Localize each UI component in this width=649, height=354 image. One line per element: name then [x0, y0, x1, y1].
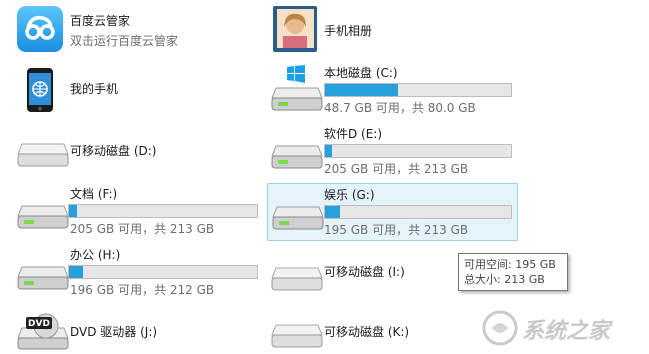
usage-text: 205 GB 可用，共 213 GB [70, 222, 215, 236]
hard-drive-icon [17, 266, 69, 290]
usage-bar-fill [69, 266, 84, 278]
removable-drive-icon [17, 143, 69, 167]
usage-text: 196 GB 可用，共 212 GB [70, 283, 215, 297]
dvd-drive-item[interactable]: DVD DVD 驱动器 (J:) [14, 305, 254, 354]
usage-text: 195 GB 可用，共 213 GB [324, 223, 469, 237]
usage-bar [324, 83, 512, 97]
usage-bar [68, 204, 258, 218]
watermark-text: 系统之家 [522, 319, 611, 344]
photo-album-icon [273, 6, 317, 52]
drive-g-item[interactable]: 娱乐 (G:) 195 GB 可用，共 213 GB [267, 183, 518, 241]
baidu-cloud-item[interactable]: 百度云管家 双击运行百度云管家 [14, 4, 254, 58]
hard-drive-icon [17, 205, 69, 229]
item-name: 我的手机 [70, 82, 119, 96]
removable-drive-icon [271, 324, 323, 348]
removable-drive-icon [271, 267, 323, 291]
drive-k-item[interactable]: 可移动磁盘 (K:) [268, 305, 458, 354]
usage-bar-fill [325, 206, 340, 218]
watermark-logo-icon [482, 310, 518, 346]
hard-drive-icon [272, 206, 324, 230]
phone-album-item[interactable]: 手机相册 [268, 4, 518, 58]
item-name: DVD 驱动器 (J:) [70, 325, 158, 339]
item-name: 手机相册 [324, 24, 373, 38]
item-subtitle: 双击运行百度云管家 [70, 34, 179, 48]
usage-bar [324, 205, 512, 219]
item-name: 本地磁盘 (C:) [324, 66, 398, 80]
drive-d-item[interactable]: 可移动磁盘 (D:) [14, 124, 254, 178]
usage-text: 205 GB 可用，共 213 GB [324, 162, 469, 176]
tooltip-total-size: 总大小: 213 GB [464, 273, 545, 286]
item-name: 文档 (F:) [70, 187, 118, 201]
drive-f-item[interactable]: 文档 (F:) 205 GB 可用，共 213 GB [14, 184, 258, 238]
drive-e-item[interactable]: 软件D (E:) 205 GB 可用，共 213 GB [268, 124, 518, 178]
item-name: 可移动磁盘 (D:) [70, 144, 157, 158]
item-name: 办公 (H:) [70, 248, 121, 262]
item-name: 娱乐 (G:) [324, 188, 375, 202]
dvd-drive-icon: DVD [17, 313, 69, 350]
svg-text:DVD: DVD [28, 319, 50, 329]
baidu-cloud-icon [17, 6, 63, 52]
drive-i-item[interactable]: 可移动磁盘 (I:) [268, 248, 458, 302]
usage-text: 48.7 GB 可用，共 80.0 GB [324, 101, 476, 115]
watermark: 系统之家 [478, 307, 646, 349]
item-name: 可移动磁盘 (K:) [324, 325, 410, 339]
usage-bar [324, 144, 512, 158]
windows-logo-icon [287, 65, 305, 83]
item-name: 百度云管家 [70, 14, 131, 28]
item-name: 软件D (E:) [324, 127, 383, 141]
usage-bar-fill [69, 205, 77, 217]
drive-c-item[interactable]: 本地磁盘 (C:) 48.7 GB 可用，共 80.0 GB [268, 63, 518, 117]
usage-bar [68, 265, 258, 279]
smartphone-icon [27, 68, 53, 112]
item-name: 可移动磁盘 (I:) [324, 265, 405, 279]
hard-drive-icon [271, 87, 323, 111]
usage-bar-fill [325, 84, 398, 96]
drive-h-item[interactable]: 办公 (H:) 196 GB 可用，共 212 GB [14, 245, 258, 299]
hard-drive-icon [271, 145, 323, 169]
usage-bar-fill [325, 145, 333, 157]
drive-tooltip: 可用空间: 195 GB 总大小: 213 GB [458, 253, 568, 291]
my-phone-item[interactable]: 我的手机 [14, 64, 254, 118]
